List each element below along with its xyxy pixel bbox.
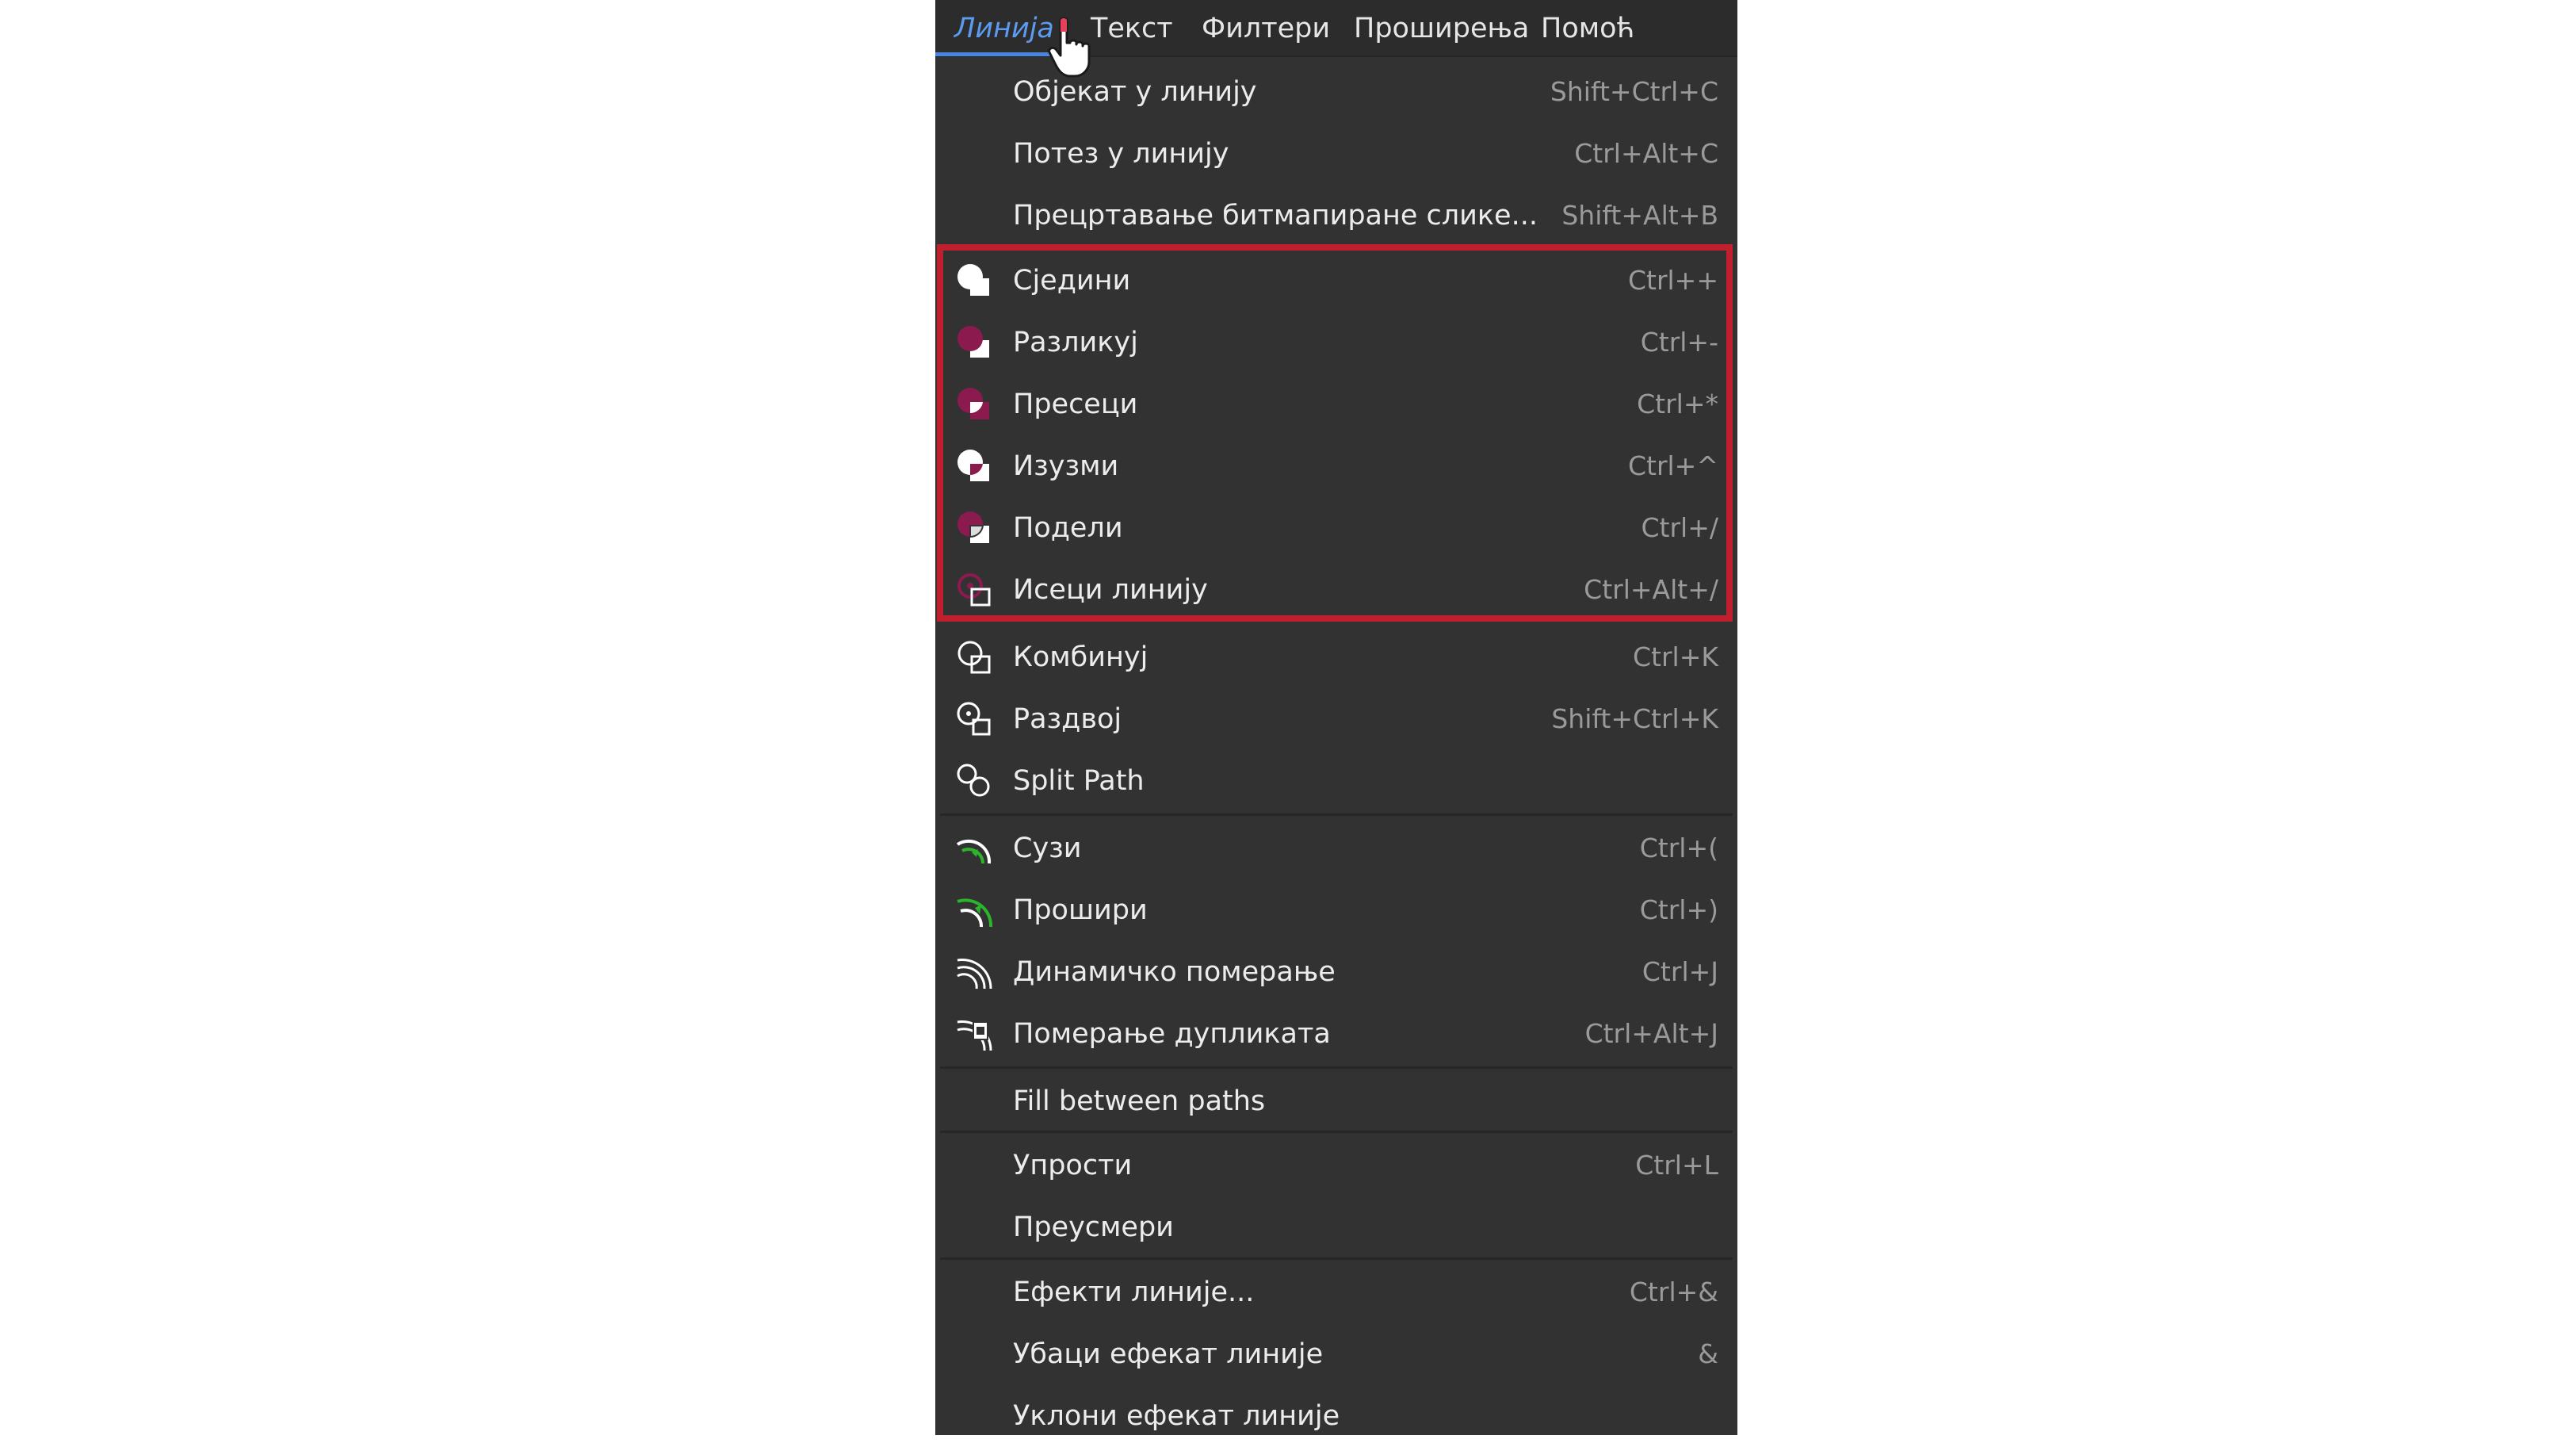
menu-item-label: Прошири <box>1013 894 1148 926</box>
menu-item-label: Објекат у линију <box>1013 76 1257 108</box>
menu-item-label: Исеци линију <box>1013 574 1208 606</box>
menu-item-shortcut: Ctrl+( <box>1639 833 1718 863</box>
menu-item-label: Уклони ефекат линије <box>1013 1400 1340 1432</box>
menu-item-label: Разликуј <box>1013 327 1138 358</box>
menu-prosirenja[interactable]: Проширења <box>1354 0 1529 57</box>
menu-item-label: Преусмери <box>1013 1212 1174 1243</box>
menu-item-union[interactable]: Сједини Ctrl++ <box>935 250 1737 312</box>
menu-separator <box>940 813 1733 816</box>
menu-item-shortcut: Ctrl+J <box>1642 956 1718 987</box>
menu-item-paste-path-effect[interactable]: Убаци ефекат линије & <box>935 1323 1737 1385</box>
menu-item-dynamic-offset[interactable]: Динамичко померање Ctrl+J <box>935 941 1737 1003</box>
menu-item-split-path[interactable]: Split Path <box>935 750 1737 812</box>
menu-item-label: Сузи <box>1013 833 1082 864</box>
menu-item-label: Split Path <box>1013 765 1145 797</box>
path-intersection-icon <box>957 388 989 419</box>
menu-item-shortcut: Ctrl+^ <box>1627 450 1718 481</box>
path-exclusion-icon <box>957 450 989 481</box>
menu-item-difference[interactable]: Разликуј Ctrl+- <box>935 312 1737 373</box>
path-union-icon <box>957 264 989 296</box>
path-inset-icon <box>956 839 992 864</box>
path-break-apart-icon <box>957 702 991 736</box>
active-menu-underline <box>935 52 1053 56</box>
menu-tekst[interactable]: Текст <box>1091 0 1173 57</box>
menu-panel: Линија Текст Филтери Проширења Помоћ Обј… <box>935 0 1737 1435</box>
path-combine-icon <box>957 641 991 674</box>
menu-item-exclusion[interactable]: Изузми Ctrl+^ <box>935 435 1737 497</box>
path-difference-icon <box>957 326 989 358</box>
menu-item-shortcut: Shift+Ctrl+C <box>1550 76 1718 107</box>
menu-item-cut-path[interactable]: Исеци линију Ctrl+Alt+/ <box>935 559 1737 621</box>
menu-item-outset[interactable]: Прошири Ctrl+) <box>935 879 1737 941</box>
menu-separator <box>940 246 1733 248</box>
menu-item-shortcut: Ctrl+Alt+J <box>1584 1018 1718 1049</box>
menu-item-path-effects[interactable]: Ефекти линије... Ctrl+& <box>935 1261 1737 1323</box>
menu-item-label: Ефекти линије... <box>1013 1277 1255 1308</box>
menu-item-label: Упрости <box>1013 1150 1133 1181</box>
path-cut-icon <box>957 573 991 607</box>
menu-item-shortcut: Ctrl+& <box>1629 1277 1718 1307</box>
menu-item-inset[interactable]: Сузи Ctrl+( <box>935 817 1737 879</box>
menu-item-linked-offset[interactable]: Померање дупликата Ctrl+Alt+J <box>935 1003 1737 1065</box>
menu-item-simplify[interactable]: Упрости Ctrl+L <box>935 1135 1737 1196</box>
menu-item-object-to-path[interactable]: Објекат у линију Shift+Ctrl+C <box>935 61 1737 123</box>
menu-item-label: Подели <box>1013 512 1123 544</box>
menu-separator <box>940 1258 1733 1260</box>
menu-item-label: Комбинуј <box>1013 641 1148 673</box>
menu-item-shortcut: Shift+Ctrl+K <box>1551 703 1718 734</box>
menu-item-remove-path-effect[interactable]: Уклони ефекат линије <box>935 1385 1737 1447</box>
menu-item-label: Померање дупликата <box>1013 1018 1331 1050</box>
linked-offset-icon <box>957 1020 992 1051</box>
menu-item-shortcut: Ctrl+* <box>1637 389 1718 419</box>
menu-separator <box>940 1131 1733 1133</box>
path-outset-icon <box>957 898 993 928</box>
menu-item-shortcut: Ctrl+Alt+/ <box>1584 574 1718 605</box>
menu-item-shortcut: Ctrl+L <box>1635 1150 1718 1181</box>
menu-separator <box>940 1066 1733 1069</box>
menu-item-fill-between-paths[interactable]: Fill between paths <box>935 1070 1737 1132</box>
menu-item-label: Сједини <box>1013 265 1131 297</box>
menu-linija[interactable]: Линија <box>954 0 1054 57</box>
menu-item-label: Динамичко померање <box>1013 956 1336 988</box>
menu-item-shortcut: Ctrl+K <box>1632 641 1718 672</box>
menu-item-label: Убаци ефекат линије <box>1013 1338 1324 1370</box>
menu-item-trace-bitmap[interactable]: Прецртавање битмапиране слике... Shift+A… <box>935 185 1737 247</box>
menu-item-shortcut: Ctrl+Alt+C <box>1574 138 1718 169</box>
menu-item-break-apart[interactable]: Раздвој Shift+Ctrl+K <box>935 688 1737 750</box>
menu-item-label: Изузми <box>1013 450 1119 482</box>
dynamic-offset-icon <box>957 959 992 990</box>
menu-item-label: Пресеци <box>1013 389 1138 420</box>
menubar: Линија Текст Филтери Проширења Помоћ <box>935 0 1737 78</box>
menu-item-stroke-to-path[interactable]: Потез у линију Ctrl+Alt+C <box>935 123 1737 185</box>
menu-item-shortcut: Ctrl+/ <box>1641 512 1719 543</box>
menu-item-label: Потез у линију <box>1013 138 1229 170</box>
menu-item-reverse[interactable]: Преусмери <box>935 1196 1737 1258</box>
menu-item-label: Fill between paths <box>1013 1085 1266 1117</box>
menu-item-shortcut: Shift+Alt+B <box>1561 200 1718 231</box>
menu-pomoc[interactable]: Помоћ <box>1541 0 1634 57</box>
menu-item-label: Прецртавање битмапиране слике... <box>1013 200 1538 232</box>
path-split-icon <box>957 764 990 797</box>
menu-item-division[interactable]: Подели Ctrl+/ <box>935 497 1737 559</box>
menu-item-intersection[interactable]: Пресеци Ctrl+* <box>935 373 1737 435</box>
menu-item-combine[interactable]: Комбинуј Ctrl+K <box>935 626 1737 688</box>
path-division-icon <box>957 511 989 543</box>
menu-item-label: Раздвој <box>1013 703 1122 735</box>
menu-filteri[interactable]: Филтери <box>1202 0 1330 57</box>
menu-item-shortcut: & <box>1698 1338 1718 1369</box>
menu-item-shortcut: Ctrl+) <box>1639 894 1718 925</box>
menu-item-shortcut: Ctrl+- <box>1640 327 1718 358</box>
menu-item-shortcut: Ctrl++ <box>1627 265 1718 296</box>
